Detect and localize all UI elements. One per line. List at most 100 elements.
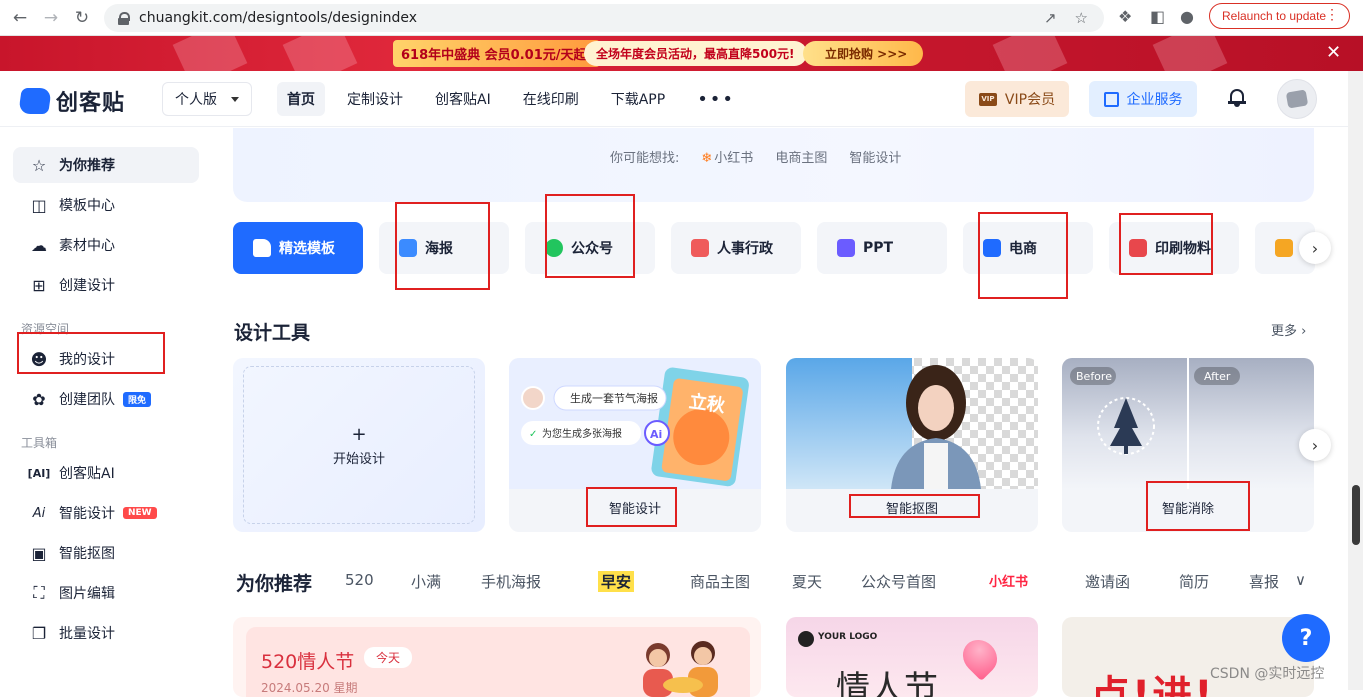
suggestion-smart-design[interactable]: 智能设计 [849, 147, 901, 166]
tab-wechat-cover[interactable]: 公众号首图 [861, 571, 936, 592]
cat-ppt[interactable]: PPT [817, 222, 947, 274]
sidebar-item-image-edit[interactable]: ⛶ 图片编辑 [13, 575, 199, 611]
cat-featured[interactable]: 精选模板 [233, 222, 363, 274]
nav-print[interactable]: 在线印刷 [513, 82, 589, 116]
bubble-text-2: 为您生成多张海报 [542, 427, 622, 440]
tab-resume[interactable]: 简历 [1179, 571, 1209, 592]
print-icon [1129, 239, 1147, 257]
sidebar-item-recommend[interactable]: ☆ 为你推荐 [13, 147, 199, 183]
couple-illustration [643, 641, 718, 697]
card-date: 2024.05.20 星期 [261, 681, 358, 695]
chevron-right-icon[interactable]: › [1299, 232, 1331, 264]
card-title: 情人节 [836, 669, 938, 697]
reload-icon[interactable]: ↻ [71, 7, 93, 29]
sidebar-item-batch[interactable]: ❐ 批量设计 [13, 615, 199, 651]
card-title: 点!进! [1090, 673, 1215, 697]
tab-520[interactable]: 520 [345, 571, 374, 589]
card-today-tag: 今天 [364, 647, 413, 668]
banner-decoration [1152, 36, 1228, 71]
sidebar-item-templates[interactable]: ◫ 模板中心 [13, 187, 199, 223]
tab-xiaoman[interactable]: 小满 [411, 571, 441, 592]
chevron-right-icon[interactable]: › [1299, 429, 1331, 461]
more-horiz-icon[interactable]: ••• [687, 82, 745, 116]
tab-product-image[interactable]: 商品主图 [690, 571, 750, 592]
sidebar-item-cutout[interactable]: ▣ 智能抠图 [13, 535, 199, 571]
logo-text: 创客贴 [56, 91, 126, 116]
free-badge: 限免 [123, 391, 152, 407]
bubble-text-1: 生成一套节气海报 [570, 391, 658, 405]
tool-card-smart-design[interactable]: 立秋 生成一套节气海报 ✓ 为您生成多张海报 Ai 智能设计 [509, 358, 761, 532]
banner-decoration [992, 36, 1068, 71]
nav-ai[interactable]: 创客贴AI [425, 82, 501, 116]
tab-good-morning[interactable]: 早安 [598, 571, 635, 592]
cat-label: 印刷物料 [1155, 241, 1211, 257]
design-tools-title: 设计工具 [234, 322, 311, 344]
top-nav: 首页 定制设计 创客贴AI 在线印刷 下载APP ••• [277, 82, 757, 116]
chevron-down-icon[interactable]: ∨ [1295, 571, 1306, 589]
cat-wechat[interactable]: 公众号 [525, 222, 655, 274]
sidebar: ☆ 为你推荐 ◫ 模板中心 ☁ 素材中心 ⊞ 创建设计 资源空间 ☻ 我的设计 … [0, 128, 215, 690]
sidebar-item-ai[interactable]: [AI] 创客贴AI [13, 455, 199, 491]
template-card-promo[interactable]: 点!进! [1062, 617, 1314, 697]
cat-poster[interactable]: 海报 [379, 222, 509, 274]
extensions-puzzle-icon[interactable]: ❖ [1118, 7, 1132, 26]
section-resources: 资源空间 [21, 322, 70, 336]
sidebar-item-smart-design[interactable]: Ai 智能设计 NEW [13, 495, 199, 531]
promo-banner[interactable]: 618年中盛典 会员0.01元/天起! 全场年度会员活动，最高直降500元! 立… [0, 36, 1363, 71]
cloud-icon: ☁ [31, 235, 47, 255]
tool-card-erase[interactable]: Before After 智能消除 [1062, 358, 1314, 532]
relaunch-label: Relaunch to update [1222, 9, 1327, 23]
bookmark-star-icon[interactable]: ☆ [1075, 9, 1088, 27]
building-icon [1103, 91, 1119, 107]
scrollbar-thumb[interactable] [1352, 485, 1360, 545]
back-icon[interactable]: ← [9, 7, 31, 29]
tab-good-news[interactable]: 喜报 [1249, 571, 1279, 592]
nav-home[interactable]: 首页 [277, 82, 325, 116]
new-badge: NEW [123, 507, 157, 519]
side-panel-icon[interactable]: ◧ [1150, 7, 1165, 26]
nav-custom-design[interactable]: 定制设计 [337, 82, 413, 116]
vip-icon: VIP [978, 92, 997, 106]
tab-xiaohongshu[interactable]: 小红书 [989, 571, 1028, 590]
tab-invitation[interactable]: 邀请函 [1085, 571, 1130, 592]
template-card-520[interactable]: 520情人节 今天 2024.05.20 星期 [233, 617, 761, 697]
cat-ecommerce[interactable]: 电商 [963, 222, 1093, 274]
sidebar-item-create[interactable]: ⊞ 创建设计 [13, 267, 199, 303]
vip-button[interactable]: VIP VIP会员 [965, 81, 1069, 117]
address-bar[interactable]: chuangkit.com/designtools/designindex ↗ … [104, 4, 1104, 32]
suggestion-label: 小红书 [714, 151, 754, 166]
tool-card-cutout[interactable]: 智能抠图 [786, 358, 1038, 532]
url-text: chuangkit.com/designtools/designindex [139, 10, 418, 26]
profile-icon[interactable]: ● [1180, 7, 1194, 26]
avatar[interactable] [1277, 79, 1317, 119]
edition-select[interactable]: 个人版 [162, 82, 252, 116]
sidebar-item-materials[interactable]: ☁ 素材中心 [13, 227, 199, 263]
cat-print[interactable]: 印刷物料 [1109, 222, 1239, 274]
help-button[interactable]: ? [1282, 614, 1330, 662]
template-card-valentine[interactable]: YOUR LOGO 情人节 [786, 617, 1038, 697]
suggestion-xiaohongshu[interactable]: ❄ 小红书 [701, 147, 753, 166]
bell-icon[interactable] [1228, 88, 1246, 108]
sidebar-item-create-team[interactable]: ✿ 创建团队 限免 [13, 381, 199, 417]
close-icon[interactable]: ✕ [1326, 42, 1341, 63]
nav-download-app[interactable]: 下载APP [601, 82, 675, 116]
sidebar-item-label: 创建设计 [59, 278, 115, 294]
page-scrollbar[interactable] [1348, 71, 1363, 690]
share-icon[interactable]: ↗ [1044, 9, 1057, 27]
site-logo[interactable]: 创客贴 [18, 85, 126, 117]
cat-hr[interactable]: 人事行政 [671, 222, 801, 274]
start-design-card[interactable]: + 开始设计 [233, 358, 485, 532]
more-link[interactable]: 更多 › [1271, 320, 1306, 339]
promo-buy-button[interactable]: 立即抢购 >>> [803, 41, 923, 66]
relaunch-button[interactable]: Relaunch to update ⋮ [1209, 3, 1350, 29]
tab-mobile-poster[interactable]: 手机海报 [481, 571, 541, 592]
forward-icon[interactable]: → [40, 7, 62, 29]
heart-icon [955, 632, 1005, 682]
sidebar-item-my-designs[interactable]: ☻ 我的设计 [13, 341, 199, 377]
user-icon: ☻ [30, 349, 48, 369]
suggestion-ecommerce[interactable]: 电商主图 [775, 147, 827, 166]
section-tools: 工具箱 [21, 436, 58, 450]
enterprise-button[interactable]: 企业服务 [1089, 81, 1197, 117]
tab-summer[interactable]: 夏天 [792, 571, 822, 592]
star-icon: ☆ [31, 155, 47, 175]
